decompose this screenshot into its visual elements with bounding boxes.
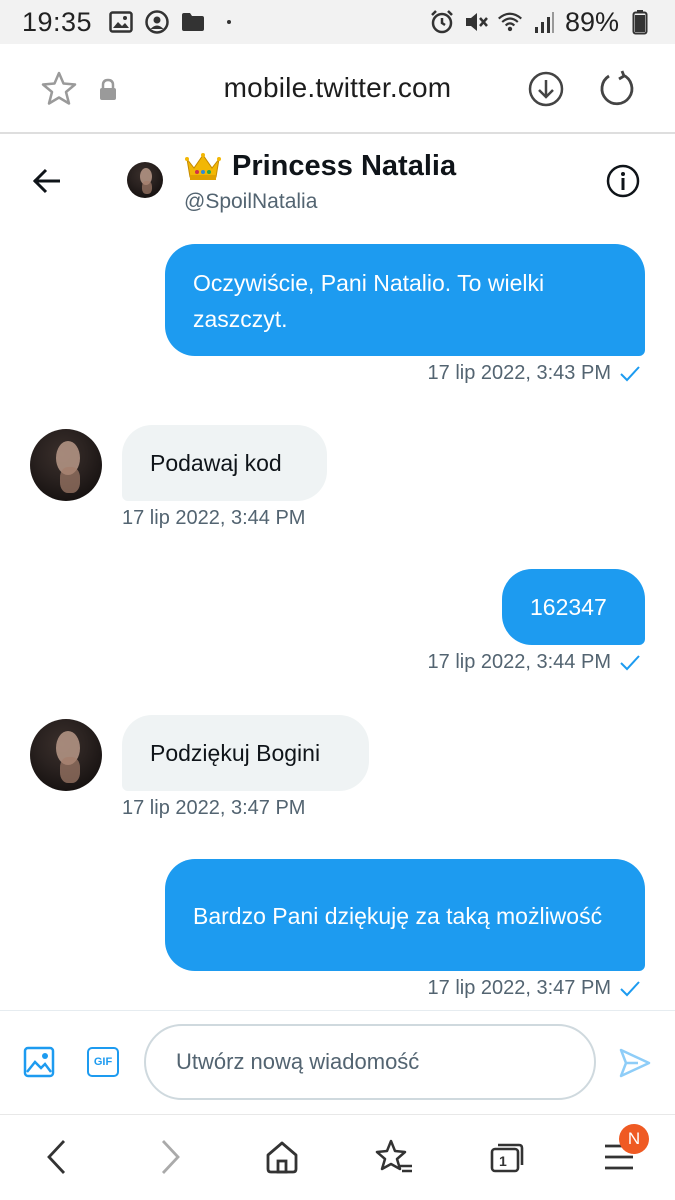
back-arrow-icon[interactable] xyxy=(30,166,64,196)
message-timestamp: 17 lip 2022, 3:44 PM xyxy=(122,507,306,529)
wifi-icon xyxy=(497,9,523,35)
dot-icon xyxy=(216,9,242,35)
crown-icon xyxy=(184,151,222,183)
signal-icon xyxy=(531,9,557,35)
folder-icon xyxy=(180,9,206,35)
send-icon[interactable] xyxy=(618,1046,652,1080)
status-left: 19:35 xyxy=(22,7,242,38)
message-text: Podawaj kod xyxy=(150,450,282,476)
message-text: 162347 xyxy=(530,594,607,620)
status-right: 89% xyxy=(429,7,653,38)
battery-icon xyxy=(627,9,653,35)
sender-avatar[interactable] xyxy=(30,719,102,791)
url-bar[interactable]: mobile.twitter.com xyxy=(0,72,675,104)
message-timestamp: 17 lip 2022, 3:44 PM xyxy=(427,651,611,673)
media-icon[interactable] xyxy=(23,1046,55,1078)
message-bubble-incoming[interactable]: Podziękuj Bogini xyxy=(122,715,369,791)
tabs-count: 1 xyxy=(499,1153,507,1169)
message-meta: 17 lip 2022, 3:47 PM xyxy=(428,977,641,1000)
conversation-name[interactable]: Princess Natalia xyxy=(184,150,456,183)
message-meta: 17 lip 2022, 3:47 PM xyxy=(122,797,305,820)
message-bubble-outgoing[interactable]: Bardzo Pani dziękuję za taką możliwość xyxy=(165,859,645,971)
browser-toolbar: mobile.twitter.com xyxy=(0,44,675,134)
message-meta: 17 lip 2022, 3:44 PM xyxy=(428,651,641,674)
message-timestamp: 17 lip 2022, 3:47 PM xyxy=(427,977,611,999)
home-icon[interactable] xyxy=(262,1135,302,1179)
message-meta: 17 lip 2022, 3:44 PM xyxy=(122,507,305,530)
seen-check-icon xyxy=(619,654,641,672)
message-bubble-outgoing[interactable]: Oczywiście, Pani Natalio. To wielki zasz… xyxy=(165,244,645,356)
chevron-left-icon[interactable] xyxy=(36,1135,76,1179)
sender-avatar[interactable] xyxy=(30,429,102,501)
status-bar: 19:35 89% xyxy=(0,0,675,44)
seen-check-icon xyxy=(619,980,641,998)
gif-button[interactable]: GIF xyxy=(87,1047,119,1077)
browser-nav-bar xyxy=(0,1114,675,1200)
message-timestamp: 17 lip 2022, 3:43 PM xyxy=(427,362,611,384)
image-icon xyxy=(108,9,134,35)
tabs-icon[interactable]: 1 xyxy=(487,1135,527,1179)
message-text: Oczywiście, Pani Natalio. To wielki zasz… xyxy=(193,270,545,332)
alarm-icon xyxy=(429,9,455,35)
conversation-handle: @SpoilNatalia xyxy=(184,190,318,213)
message-meta: 17 lip 2022, 3:43 PM xyxy=(428,362,641,385)
mute-icon xyxy=(463,9,489,35)
download-icon[interactable] xyxy=(527,70,565,113)
message-input[interactable]: Utwórz nową wiadomość xyxy=(144,1024,596,1100)
header-avatar[interactable] xyxy=(127,162,163,198)
star-list-icon[interactable] xyxy=(374,1135,414,1179)
message-timestamp: 17 lip 2022, 3:47 PM xyxy=(122,797,306,819)
menu-badge: N xyxy=(619,1124,649,1154)
person-circle-icon xyxy=(144,9,170,35)
seen-check-icon xyxy=(619,365,641,383)
reload-icon[interactable] xyxy=(597,70,635,113)
message-text: Podziękuj Bogini xyxy=(150,740,321,766)
message-bubble-outgoing[interactable]: 162347 xyxy=(502,569,645,645)
message-text: Bardzo Pani dziękuję za taką możliwość xyxy=(193,903,603,929)
conversation-name-text: Princess Natalia xyxy=(232,150,457,182)
message-input-placeholder: Utwórz nową wiadomość xyxy=(176,1049,420,1074)
battery-percentage: 89% xyxy=(564,6,619,37)
info-icon[interactable] xyxy=(605,163,641,204)
message-bubble-incoming[interactable]: Podawaj kod xyxy=(122,425,327,501)
chevron-right-icon[interactable] xyxy=(151,1135,191,1179)
status-time: 19:35 xyxy=(22,6,93,37)
